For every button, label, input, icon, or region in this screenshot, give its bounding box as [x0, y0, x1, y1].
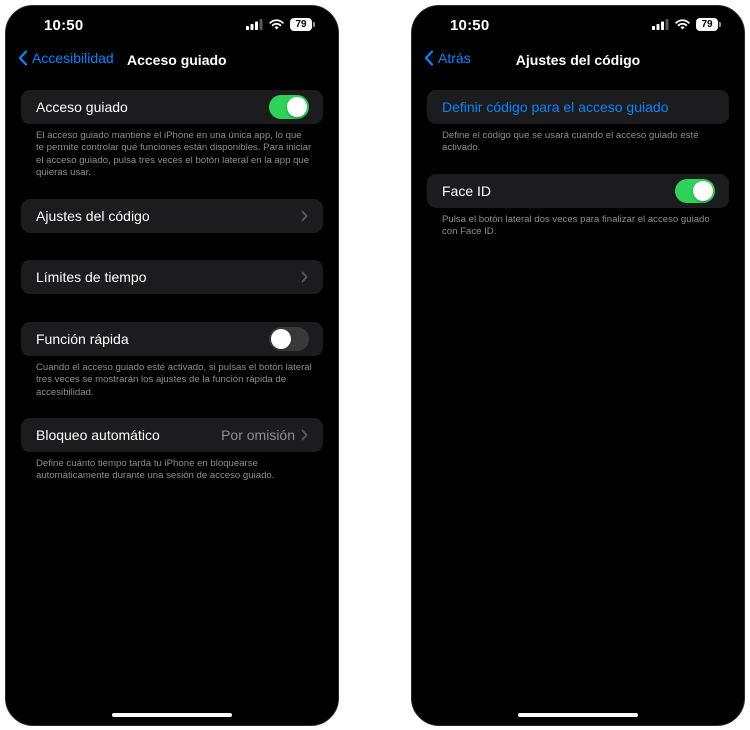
guided-access-toggle[interactable] [269, 95, 309, 119]
face-id-footer: Pulsa el botón lateral dos veces para fi… [442, 214, 710, 238]
status-time: 10:50 [44, 17, 84, 34]
shortcut-row: Función rápida [21, 322, 323, 356]
back-button[interactable]: Accesibilidad [18, 50, 114, 66]
toggle-knob [693, 181, 713, 201]
shortcut-footer: Cuando el acceso guiado esté activado, s… [36, 362, 312, 398]
status-bar: 10:50 79 [412, 6, 744, 46]
guided-access-row: Acceso guiado [21, 90, 323, 124]
face-id-toggle[interactable] [675, 179, 715, 203]
home-indicator[interactable] [112, 713, 232, 717]
navigation-bar: Accesibilidad Acceso guiado [6, 46, 338, 74]
guided-access-label: Acceso guiado [36, 99, 128, 115]
battery-icon: 79 [290, 18, 315, 31]
wifi-icon [269, 19, 284, 30]
navigation-bar: Atrás Ajustes del código [412, 46, 744, 74]
chevron-right-icon [301, 271, 308, 283]
phone-screen-guided-access: 10:50 79 Accesibilidad Acceso guiado Acc… [5, 5, 339, 726]
set-passcode-button[interactable]: Definir código para el acceso guiado [427, 90, 729, 124]
phone-screen-passcode-settings: 10:50 79 Atrás Ajustes del código Defini… [411, 5, 745, 726]
chevron-right-icon [301, 429, 308, 441]
time-limits-row[interactable]: Límites de tiempo [21, 260, 323, 294]
auto-lock-label: Bloqueo automático [36, 427, 160, 443]
status-icons: 79 [652, 18, 721, 31]
toggle-knob [271, 329, 291, 349]
home-indicator[interactable] [518, 713, 638, 717]
shortcut-toggle[interactable] [269, 327, 309, 351]
face-id-row: Face ID [427, 174, 729, 208]
time-limits-label: Límites de tiempo [36, 269, 147, 285]
passcode-settings-row[interactable]: Ajustes del código [21, 199, 323, 233]
auto-lock-footer: Define cuánto tiempo tarda tu iPhone en … [36, 458, 275, 482]
cellular-signal-icon [246, 19, 263, 30]
status-time: 10:50 [450, 17, 490, 34]
shortcut-label: Función rápida [36, 331, 129, 347]
page-title: Acceso guiado [127, 52, 227, 68]
status-icons: 79 [246, 18, 315, 31]
back-label: Accesibilidad [32, 50, 114, 66]
toggle-knob [287, 97, 307, 117]
chevron-right-icon [301, 210, 308, 222]
chevron-left-icon [18, 50, 28, 66]
status-bar: 10:50 79 [6, 6, 338, 46]
set-passcode-footer: Define el código que se usará cuando el … [442, 130, 699, 154]
set-passcode-label: Definir código para el acceso guiado [442, 99, 669, 115]
auto-lock-value: Por omisión [221, 427, 295, 443]
page-title: Ajustes del código [515, 52, 641, 68]
battery-icon: 79 [696, 18, 721, 31]
passcode-settings-label: Ajustes del código [36, 208, 150, 224]
wifi-icon [675, 19, 690, 30]
face-id-label: Face ID [442, 183, 492, 199]
cellular-signal-icon [652, 19, 669, 30]
auto-lock-row[interactable]: Bloqueo automático Por omisión [21, 418, 323, 452]
guided-access-footer: El acceso guiado mantiene el iPhone en u… [36, 130, 312, 179]
